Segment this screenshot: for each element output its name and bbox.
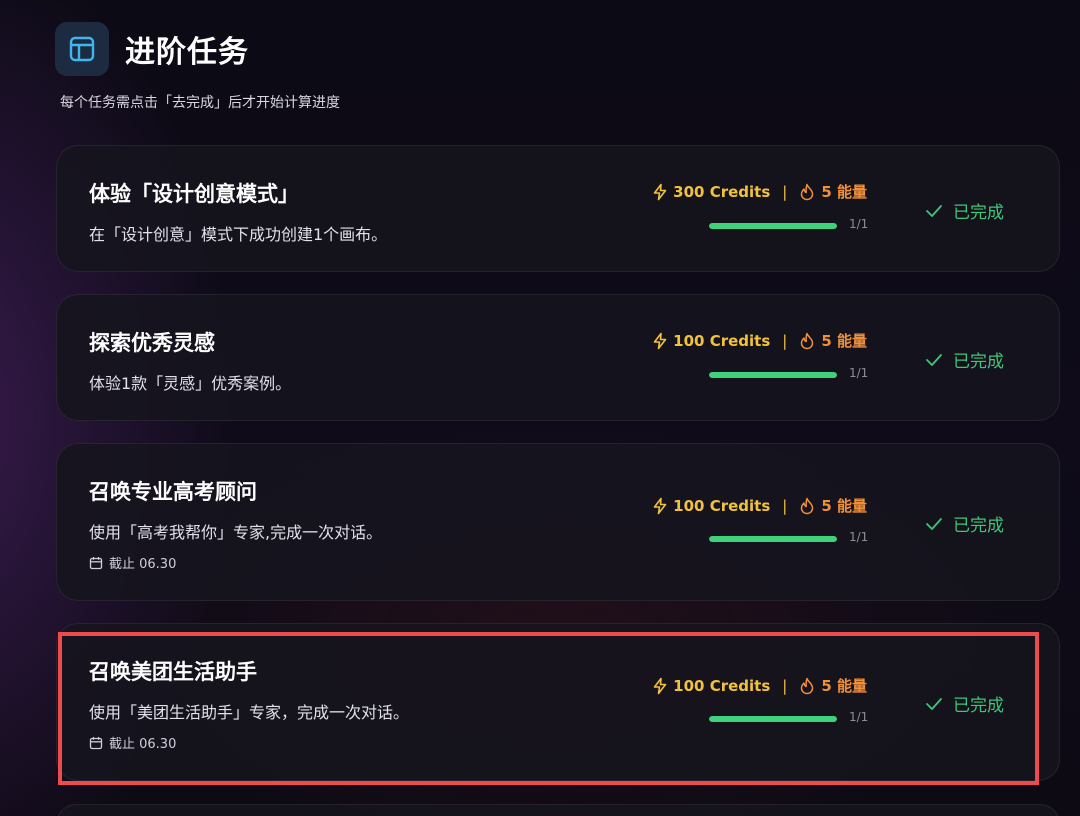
- check-icon: [925, 517, 943, 531]
- status-label: 已完成: [953, 696, 1004, 716]
- deadline: 截止 06.30: [89, 553, 176, 572]
- progress-fill: [709, 223, 837, 229]
- lightning-icon: [651, 183, 669, 201]
- deadline: 截止 06.30: [89, 733, 176, 752]
- credits-reward: 300 Credits: [673, 182, 771, 201]
- task-description: 使用「高考我帮你」专家,完成一次对话。: [89, 523, 383, 542]
- page-subtitle: 每个任务需点击「去完成」后才开始计算进度: [60, 95, 340, 111]
- credits-reward: 100 Credits: [673, 676, 771, 695]
- progress-fill: [709, 536, 837, 542]
- task-title: 召唤专业高考顾问: [89, 480, 257, 504]
- progress-text: 1/1: [849, 366, 869, 380]
- task-reward: 100 Credits | 5 能量: [651, 675, 867, 696]
- progress-text: 1/1: [849, 217, 869, 231]
- calendar-icon: [89, 556, 103, 570]
- status-label: 已完成: [953, 203, 1004, 223]
- task-description: 体验1款「灵感」优秀案例。: [89, 374, 292, 393]
- progress-text: 1/1: [849, 710, 869, 724]
- deadline-text: 截止 06.30: [109, 737, 177, 752]
- progress-fill: [709, 372, 837, 378]
- lightning-icon: [651, 332, 669, 350]
- status-completed[interactable]: 已完成: [925, 691, 1004, 716]
- status-completed[interactable]: 已完成: [925, 511, 1004, 536]
- status-label: 已完成: [953, 516, 1004, 536]
- calendar-icon: [89, 736, 103, 750]
- flame-icon: [799, 677, 815, 695]
- status-completed[interactable]: 已完成: [925, 347, 1004, 372]
- task-card[interactable]: 探索优秀灵感 体验1款「灵感」优秀案例。 100 Credits | 5 能量 …: [56, 294, 1060, 421]
- energy-reward: 5 能量: [821, 497, 867, 515]
- progress-text: 1/1: [849, 530, 869, 544]
- task-description: 使用「美团生活助手」专家，完成一次对话。: [89, 703, 410, 722]
- check-icon: [925, 697, 943, 711]
- reward-separator: |: [782, 182, 788, 201]
- layout-icon: [55, 22, 109, 76]
- task-reward: 300 Credits | 5 能量: [651, 181, 867, 202]
- energy-reward: 5 能量: [821, 183, 867, 201]
- status-label: 已完成: [953, 352, 1004, 372]
- task-reward: 100 Credits | 5 能量: [651, 330, 867, 351]
- page-header: 进阶任务: [55, 22, 249, 76]
- credits-reward: 100 Credits: [673, 496, 771, 515]
- flame-icon: [799, 497, 815, 515]
- energy-reward: 5 能量: [821, 332, 867, 350]
- check-icon: [925, 353, 943, 367]
- check-icon: [925, 204, 943, 218]
- progress-fill: [709, 716, 837, 722]
- flame-icon: [799, 332, 815, 350]
- task-title: 体验「设计创意模式」: [89, 182, 299, 206]
- lightning-icon: [651, 677, 669, 695]
- reward-separator: |: [782, 331, 788, 350]
- progress-bar: [709, 223, 837, 229]
- task-card-partial[interactable]: [56, 804, 1060, 816]
- reward-separator: |: [782, 676, 788, 695]
- task-title: 探索优秀灵感: [89, 331, 215, 355]
- credits-reward: 100 Credits: [673, 331, 771, 350]
- deadline-text: 截止 06.30: [109, 557, 177, 572]
- progress-bar: [709, 536, 837, 542]
- task-card[interactable]: 召唤美团生活助手 使用「美团生活助手」专家，完成一次对话。 截止 06.30 1…: [56, 623, 1060, 781]
- task-card[interactable]: 体验「设计创意模式」 在「设计创意」模式下成功创建1个画布。 300 Credi…: [56, 145, 1060, 272]
- reward-separator: |: [782, 496, 788, 515]
- lightning-icon: [651, 497, 669, 515]
- task-description: 在「设计创意」模式下成功创建1个画布。: [89, 225, 388, 244]
- status-completed[interactable]: 已完成: [925, 198, 1004, 223]
- energy-reward: 5 能量: [821, 677, 867, 695]
- page-title: 进阶任务: [125, 35, 249, 70]
- task-card[interactable]: 召唤专业高考顾问 使用「高考我帮你」专家,完成一次对话。 截止 06.30 10…: [56, 443, 1060, 601]
- task-title: 召唤美团生活助手: [89, 660, 257, 684]
- progress-bar: [709, 716, 837, 722]
- progress-bar: [709, 372, 837, 378]
- task-reward: 100 Credits | 5 能量: [651, 495, 867, 516]
- flame-icon: [799, 183, 815, 201]
